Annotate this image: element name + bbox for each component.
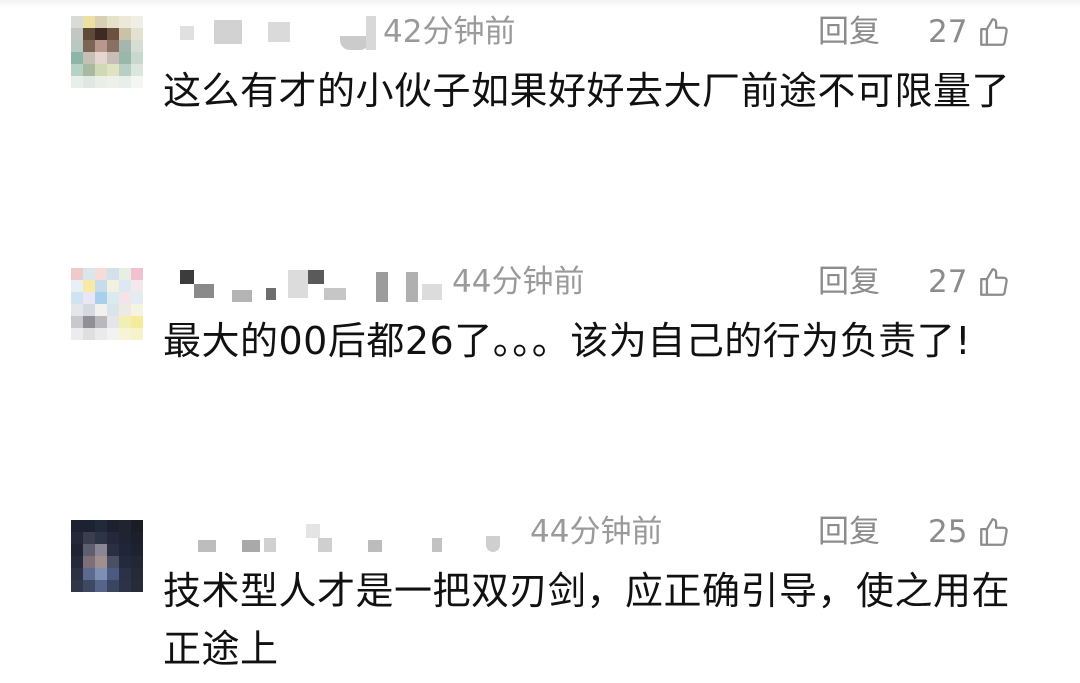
reply-button[interactable]: 回复: [818, 264, 880, 300]
reply-button[interactable]: 回复: [818, 514, 880, 550]
comment-text: 最大的00后都26了。。。该为自己的行为负责了!: [163, 319, 971, 363]
comment-item: 42分钟前 回复 27 这么有才的小伙子如果好好去大厂前途不可限量了: [0, 0, 1080, 230]
thumbs-up-icon: [980, 518, 1009, 546]
username-redacted[interactable]: [170, 518, 500, 554]
comment-time: 42分钟前: [383, 14, 516, 50]
comment-text: 这么有才的小伙子如果好好去大厂前途不可限量了: [163, 69, 1011, 113]
like-button[interactable]: 27: [928, 264, 1011, 300]
avatar[interactable]: [71, 520, 143, 592]
like-button[interactable]: 25: [928, 514, 1011, 550]
comment-item: 44分钟前 回复 25 技术型人才是一把双刃剑，应正确引导，使之用在正途上: [0, 500, 1080, 683]
like-count: 25: [928, 514, 968, 550]
comment-item: 44分钟前 回复 27 最大的00后都26了。。。该为自己的行为负责了!: [0, 250, 1080, 480]
reply-button[interactable]: 回复: [818, 14, 880, 50]
avatar[interactable]: [71, 16, 143, 88]
comment-text: 技术型人才是一把双刃剑，应正确引导，使之用在正途上: [163, 569, 1011, 671]
like-count: 27: [928, 264, 968, 300]
like-button[interactable]: 27: [928, 14, 1011, 50]
username-redacted[interactable]: [170, 266, 450, 302]
comment-time: 44分钟前: [530, 514, 663, 550]
like-count: 27: [928, 14, 968, 50]
comment-time: 44分钟前: [452, 264, 585, 300]
avatar[interactable]: [71, 268, 143, 340]
thumbs-up-icon: [980, 18, 1009, 46]
thumbs-up-icon: [980, 268, 1009, 296]
